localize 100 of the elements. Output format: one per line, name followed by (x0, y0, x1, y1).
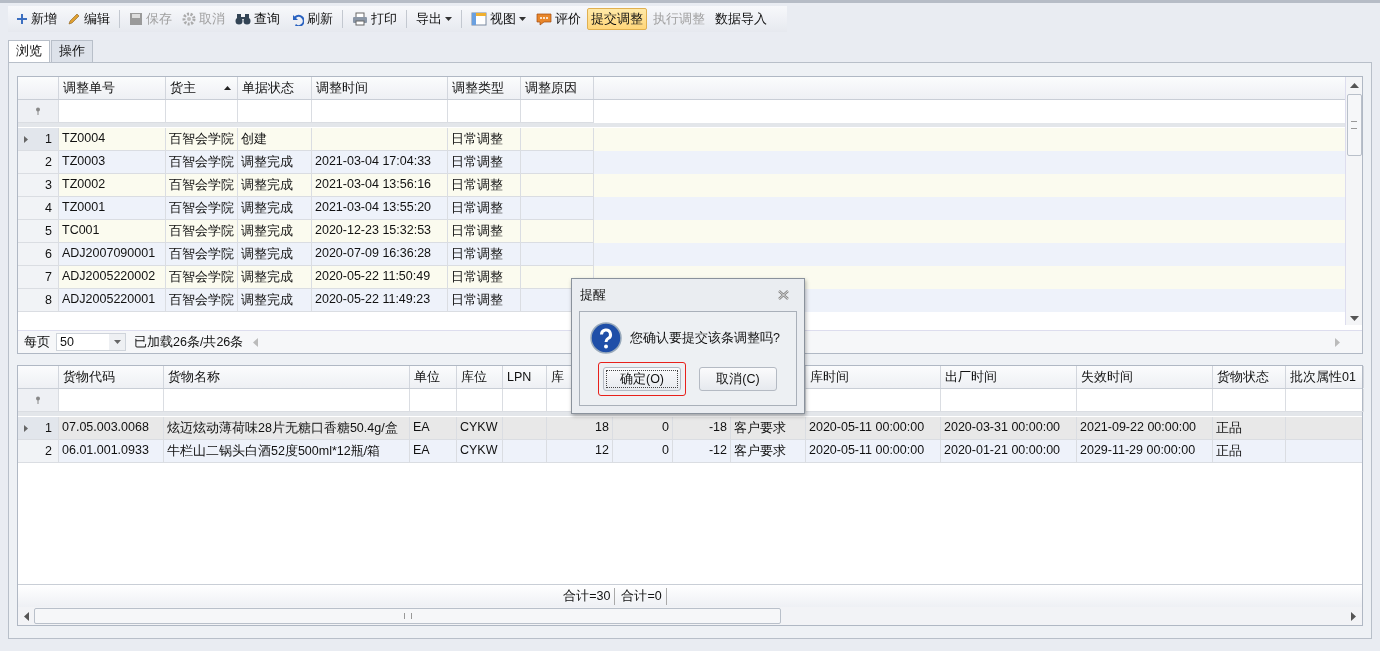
filter-field[interactable] (457, 389, 503, 412)
column-header[interactable]: LPN (503, 366, 547, 388)
dialog-title: 提醒 (580, 286, 606, 304)
row-indicator[interactable]: 7 (18, 266, 59, 289)
filter-field[interactable] (312, 100, 448, 123)
row-number: 1 (45, 421, 52, 435)
filter-field[interactable] (410, 389, 457, 412)
filter-icon (35, 107, 41, 115)
binoculars-icon (235, 12, 251, 26)
column-header[interactable]: 库位 (457, 366, 503, 388)
table-cell: 日常调整 (448, 289, 521, 312)
filter-field[interactable] (941, 389, 1077, 412)
dialog-message: 您确认要提交该条调整吗? (630, 329, 780, 347)
row-indicator[interactable]: 1 (18, 417, 59, 440)
filter-field[interactable] (521, 100, 594, 123)
column-header[interactable]: 单据状态 (238, 77, 312, 99)
filter-field[interactable] (1213, 389, 1286, 412)
row-indicator[interactable]: 6 (18, 243, 59, 266)
table-cell: -12 (673, 440, 731, 463)
scroll-right-icon[interactable] (1351, 611, 1356, 621)
row-number: 6 (45, 247, 52, 261)
row-indicator[interactable]: 8 (18, 289, 59, 312)
table-cell: 2020-01-21 00:00:00 (941, 440, 1077, 463)
filter-field[interactable] (166, 100, 238, 123)
toolbar-button[interactable]: 视图 (467, 8, 530, 30)
vertical-scrollbar[interactable] (1345, 77, 1362, 325)
filter-field[interactable] (59, 389, 164, 412)
caret-icon (519, 17, 526, 21)
table-cell: 客户要求 (731, 440, 806, 463)
tab[interactable]: 浏览 (8, 40, 50, 62)
filter-field[interactable] (806, 389, 941, 412)
row-number: 2 (45, 444, 52, 458)
current-row-icon (24, 424, 28, 432)
toolbar-button[interactable]: 评价 (532, 8, 585, 30)
column-header[interactable]: 单位 (410, 366, 457, 388)
page-size-label: 每页 (23, 333, 51, 351)
row-indicator[interactable]: 4 (18, 197, 59, 220)
toolbar-button[interactable]: 编辑 (63, 8, 114, 30)
column-header[interactable]: 调整类型 (448, 77, 521, 99)
column-header[interactable]: 货物名称 (164, 366, 410, 388)
scroll-left-icon[interactable] (24, 611, 29, 621)
toolbar-button[interactable]: 数据导入 (711, 8, 771, 30)
table-cell: 12 (547, 440, 613, 463)
total-value: 合计=0 (621, 587, 667, 605)
pencil-icon (67, 12, 81, 26)
table-cell: 百智会学院 (166, 289, 238, 312)
scroll-down-icon[interactable] (1349, 316, 1359, 321)
filter-field[interactable] (164, 389, 410, 412)
table-cell: 0 (613, 440, 673, 463)
row-number: 5 (45, 224, 52, 238)
row-indicator[interactable]: 2 (18, 151, 59, 174)
table-cell: CYKW (457, 440, 503, 463)
column-header[interactable]: 货物代码 (59, 366, 164, 388)
current-row-icon (24, 135, 28, 143)
toolbar-button[interactable]: 查询 (231, 8, 284, 30)
row-number: 7 (45, 270, 52, 284)
table-cell: 牛栏山二锅头白酒52度500ml*12瓶/箱 (164, 440, 410, 463)
column-header[interactable]: 批次属性01 (1286, 366, 1364, 388)
scroll-up-icon[interactable] (1349, 83, 1359, 88)
close-icon[interactable] (777, 290, 790, 300)
view-icon (471, 12, 487, 26)
plus-icon (16, 13, 28, 25)
table-cell: 2020-05-22 11:49:23 (312, 289, 448, 312)
toolbar-button[interactable]: 刷新 (286, 8, 337, 30)
toolbar-button[interactable]: 导出 (412, 8, 456, 30)
column-header[interactable]: 出厂时间 (941, 366, 1077, 388)
page-size-select[interactable]: 50 (56, 333, 126, 351)
undo-icon (290, 12, 304, 26)
dialog-button[interactable]: 取消(C) (699, 367, 777, 391)
column-header[interactable]: 调整原因 (521, 77, 594, 99)
comment-icon (536, 12, 552, 26)
row-number: 3 (45, 178, 52, 192)
row-number: 8 (45, 293, 52, 307)
column-header[interactable]: 货物状态 (1213, 366, 1286, 388)
dialog-button[interactable]: 确定(O) (603, 367, 681, 391)
table-cell: ADJ2005220001 (59, 289, 166, 312)
filter-field[interactable] (503, 389, 547, 412)
column-header[interactable]: 调整时间 (312, 77, 448, 99)
row-indicator[interactable]: 5 (18, 220, 59, 243)
filter-field[interactable] (238, 100, 312, 123)
filter-field[interactable] (59, 100, 166, 123)
row-indicator[interactable]: 3 (18, 174, 59, 197)
column-header[interactable]: 失效时间 (1077, 366, 1213, 388)
toolbar-button[interactable]: 提交调整 (587, 8, 647, 30)
column-header[interactable]: 货主 (166, 77, 238, 99)
tab[interactable]: 操作 (51, 40, 93, 62)
table-cell: EA (410, 440, 457, 463)
column-header[interactable]: 库时间 (806, 366, 941, 388)
toolbar-button[interactable]: 新增 (12, 8, 61, 30)
filter-field[interactable] (1077, 389, 1213, 412)
filter-field[interactable] (448, 100, 521, 123)
filter-field[interactable] (1286, 389, 1364, 412)
row-indicator[interactable]: 2 (18, 440, 59, 463)
dropdown-arrow-icon[interactable] (113, 340, 121, 344)
toolbar-button[interactable]: 打印 (348, 8, 401, 30)
column-header[interactable]: 调整单号 (59, 77, 166, 99)
table-cell: 06.01.001.0933 (59, 440, 164, 463)
total-value: 合计=30 (563, 587, 616, 605)
horizontal-scrollbar[interactable] (18, 607, 1362, 625)
row-indicator[interactable]: 1 (18, 128, 59, 151)
